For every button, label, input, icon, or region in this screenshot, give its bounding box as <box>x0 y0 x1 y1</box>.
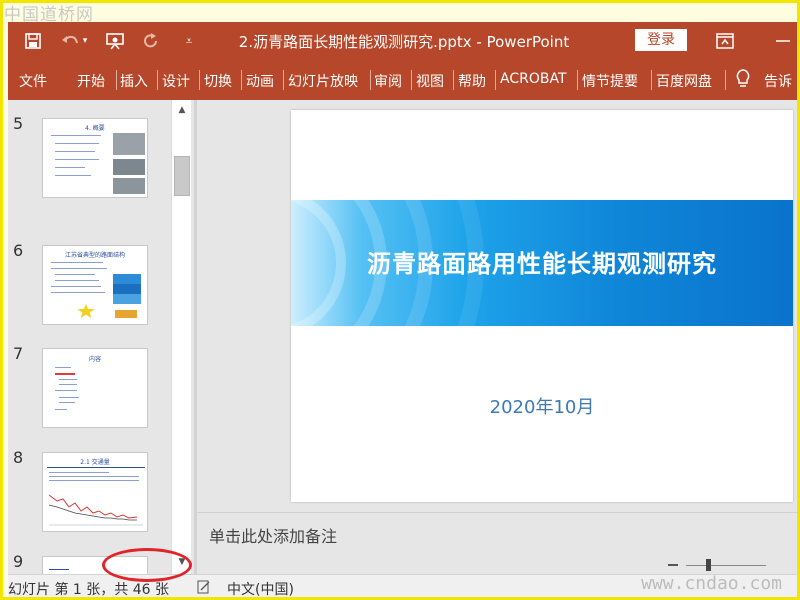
slide-title: 沥青路面路用性能长期观测研究 <box>367 250 717 278</box>
tab-separator <box>651 70 652 90</box>
tab-separator <box>116 70 117 90</box>
tab-view[interactable]: 视图 <box>416 71 444 91</box>
zoom-slider-track[interactable] <box>686 565 766 566</box>
tab-separator <box>453 70 454 90</box>
tab-separator <box>157 70 158 90</box>
thumbnail-layer-block <box>115 310 137 318</box>
thumbnail-text-line <box>55 390 77 391</box>
thumbnail-photo <box>113 178 145 194</box>
tab-review[interactable]: 审阅 <box>374 71 402 91</box>
thumbnail-text-line <box>51 286 101 287</box>
thumbnail-title: 内容 <box>88 356 101 363</box>
title-bar: ▾ ⩡ 2.沥青路面长期性能观测研究.pptx - PowerPoint 登录 <box>8 22 800 60</box>
zoom-slider-knob[interactable] <box>706 559 711 571</box>
thumbnail-text-line <box>55 159 99 160</box>
tab-home[interactable]: 开始 <box>77 71 105 91</box>
tab-separator <box>495 70 496 90</box>
thumbnail-photo <box>113 159 145 175</box>
slide-date: 2020年10月 <box>489 397 595 418</box>
slide-number: 8 <box>13 448 24 467</box>
tab-separator <box>411 70 412 90</box>
thumbnail-text-line <box>55 143 99 144</box>
login-button[interactable]: 登录 <box>635 29 687 51</box>
slide-thumbnail-7[interactable]: 内容 <box>42 348 148 428</box>
tab-file[interactable]: 文件 <box>19 71 47 91</box>
scrollbar-thumb[interactable] <box>174 156 190 196</box>
tab-baidu-netdisk[interactable]: 百度网盘 <box>656 71 712 91</box>
thumbnail-star-burst <box>77 304 95 318</box>
tab-transitions[interactable]: 切换 <box>204 71 232 91</box>
watermark-top: 中国道桥网 <box>4 5 94 25</box>
thumbnail-text-line <box>55 409 67 410</box>
thumbnail-text-line <box>55 274 95 275</box>
thumbnail-mini-chart <box>49 494 143 526</box>
tab-storyboard[interactable]: 情节提要 <box>582 71 638 91</box>
thumbnail-title: 江苏省典型的路面结构 <box>64 252 125 259</box>
scroll-up-icon[interactable]: ▲ <box>176 104 188 116</box>
thumbnail-layer-block <box>113 274 141 284</box>
tab-animations[interactable]: 动画 <box>246 71 274 91</box>
tab-slideshow[interactable]: 幻灯片放映 <box>288 71 358 91</box>
thumbnail-text-line <box>55 167 85 168</box>
thumbnail-text-line <box>51 262 103 263</box>
slide-thumbnail-pane: 5 4. 概要 6 江苏省典型的路面结构 7 内容 8 2.1 交通量 9 <box>8 100 194 574</box>
slide-thumbnail-6[interactable]: 江苏省典型的路面结构 <box>42 245 148 325</box>
notes-placeholder[interactable]: 单击此处添加备注 <box>209 523 337 547</box>
thumbnail-text-line <box>59 397 79 398</box>
tab-separator <box>199 70 200 90</box>
thumbnail-text-line <box>51 135 101 136</box>
language-status[interactable]: 中文(中国) <box>227 579 294 599</box>
tab-separator <box>725 70 726 90</box>
zoom-out-icon[interactable] <box>668 564 678 566</box>
slide-canvas[interactable]: 沥青路面路用性能长期观测研究 2020年10月 <box>291 110 793 502</box>
title-banner: 沥青路面路用性能长期观测研究 <box>291 200 793 326</box>
thumbnail-scrollbar[interactable]: ▲ ▼ <box>171 100 191 574</box>
thumbnail-text-line <box>47 467 145 468</box>
thumbnail-text-line <box>49 480 139 481</box>
powerpoint-window: ▾ ⩡ 2.沥青路面长期性能观测研究.pptx - PowerPoint 登录 … <box>8 22 800 600</box>
thumbnail-text-line <box>59 379 77 380</box>
thumbnail-text-line <box>51 268 107 269</box>
thumbnail-title: 4. 概要 <box>85 125 105 132</box>
ribbon-tabs: 文件 开始 插入 设计 切换 动画 幻灯片放映 审阅 视图 帮助 ACROBAT… <box>8 60 800 100</box>
annotation-circle <box>102 548 192 582</box>
pane-divider[interactable] <box>194 100 197 574</box>
slide-number: 6 <box>13 241 24 260</box>
thumbnail-title: 2.1 交通量 <box>80 459 110 466</box>
thumbnail-text-line <box>59 402 75 403</box>
slide-count-status[interactable]: 幻灯片 第 1 张，共 46 张 <box>8 579 169 599</box>
thumbnail-text-line <box>49 569 69 570</box>
tell-me-search[interactable]: 告诉 <box>764 71 792 91</box>
tab-help[interactable]: 帮助 <box>458 71 486 91</box>
thumbnail-text-line <box>55 280 99 281</box>
thumbnail-layer-block <box>113 284 141 294</box>
spellcheck-icon[interactable] <box>197 580 211 598</box>
thumbnail-text-line <box>55 367 71 368</box>
minimize-icon[interactable] <box>772 31 794 51</box>
slide-number: 5 <box>13 114 24 133</box>
thumbnail-text-line <box>55 151 95 152</box>
tab-design[interactable]: 设计 <box>162 71 190 91</box>
thumbnail-text-line <box>49 476 139 477</box>
tab-separator <box>370 70 371 90</box>
slide-number: 9 <box>13 552 24 571</box>
tab-separator <box>241 70 242 90</box>
lightbulb-icon[interactable] <box>736 69 750 93</box>
thumbnail-text-line <box>51 292 105 293</box>
thumbnail-text-line-highlight <box>55 373 75 375</box>
slide-thumbnail-5[interactable]: 4. 概要 <box>42 118 148 198</box>
watermark-bottom: www.cndao.com <box>641 573 782 594</box>
thumbnail-layer-block <box>113 294 141 304</box>
ribbon-display-icon[interactable] <box>714 31 736 51</box>
slide-thumbnail-8[interactable]: 2.1 交通量 <box>42 452 148 532</box>
thumbnail-photo <box>113 133 145 155</box>
tab-separator <box>283 70 284 90</box>
tab-acrobat[interactable]: ACROBAT <box>500 71 567 87</box>
slide-number: 7 <box>13 344 24 363</box>
thumbnail-text-line <box>49 472 109 473</box>
tab-insert[interactable]: 插入 <box>120 71 148 91</box>
tab-separator <box>577 70 578 90</box>
thumbnail-text-line <box>55 175 91 176</box>
thumbnail-text-line <box>59 384 77 385</box>
